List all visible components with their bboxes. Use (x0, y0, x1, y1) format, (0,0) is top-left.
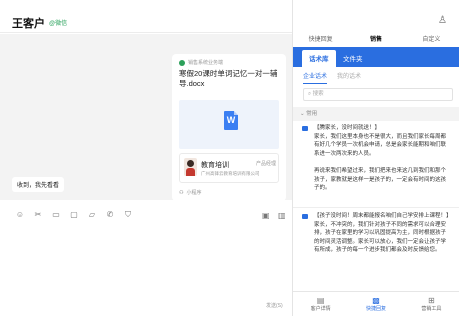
section-header[interactable]: ⌄ 常用 (293, 107, 459, 121)
search-input[interactable]: ⌕ 搜索 (303, 88, 453, 101)
toolbox-icon: ⊞ (427, 296, 435, 305)
script-item[interactable]: 【腾家长，没时间就送！】 家长，我们这里本身也不是很大，而且我们家长每周都有好几… (293, 124, 459, 206)
nav-label: 营销工具 (421, 306, 442, 312)
nav-customer-details[interactable]: ▤ 客户详情 (293, 292, 348, 316)
message-bubble: 收到，我先看看 (12, 177, 65, 192)
assistant-panel: ♙ 快捷回复 销售 自定义 话术库 文件夹 企业话术 我的话术 ⌕ 搜索 ⌄ 常… (293, 0, 459, 316)
tab-sales[interactable]: 销售 (348, 33, 403, 47)
script-text: 【腾家长，没时间就送！】 家长，我们这里本身也不是很大，而且我们家长每周都有好几… (314, 125, 447, 192)
assistant-top-tabs: 快捷回复 销售 自定义 (293, 33, 459, 47)
image-icon[interactable]: ▭ (47, 211, 65, 219)
tab-my-scripts[interactable]: 我的话术 (337, 71, 361, 84)
search-icon: ⌕ (308, 91, 312, 97)
script-text: 【孩子没时间！周末都能报名咱们自己学安排上课程！】家长，不冲突的，我们针对孩子不… (314, 213, 449, 254)
chat-history-icon[interactable]: ▢ (65, 211, 83, 219)
script-icon (302, 214, 308, 219)
source-app-icon (179, 59, 185, 66)
section-label: 常用 (306, 111, 318, 117)
divider (293, 207, 459, 208)
mini-program-company: 广州高锋云教育培训有限公司 (201, 171, 260, 176)
card-source: 销售系统业务端 (172, 54, 286, 66)
search-placeholder: 搜索 (312, 91, 324, 97)
message-area: 销售系统业务端 寒假20课时单词记忆一对一辅导.docx W 教育培训 广州高锋… (0, 34, 292, 201)
contact-name: 王客户 (12, 17, 45, 30)
input-toolbar: ☺ ✂ ▭ ▢ ▱ ✆ ⛉ ▣ ▥ (0, 200, 292, 230)
document-preview[interactable]: W (179, 100, 279, 149)
mini-program-icon: ⚇ (179, 189, 184, 196)
sidebar-toggle-icon[interactable]: ▥ (278, 211, 286, 220)
person-icon[interactable]: ♙ (438, 15, 447, 26)
tab-custom[interactable]: 自定义 (404, 33, 459, 47)
file-card-message[interactable]: 销售系统业务端 寒假20课时单词记忆一对一辅导.docx W 教育培训 广州高锋… (172, 54, 286, 201)
folder-icon[interactable]: ▱ (83, 211, 101, 219)
customer-card-icon: ▤ (316, 296, 325, 305)
tab-script-library[interactable]: 话术库 (302, 50, 336, 68)
chevron-down-icon: ⌄ (300, 111, 305, 117)
card-title: 寒假20课时单词记忆一对一辅导.docx (179, 69, 278, 88)
presenter-avatar (184, 158, 197, 176)
screen-share-icon[interactable]: ▣ (262, 211, 270, 220)
tab-enterprise-scripts[interactable]: 企业话术 (303, 71, 328, 84)
script-icon (302, 126, 308, 131)
contact-source-tag: @微信 (49, 21, 68, 27)
nav-label: 客户详情 (310, 306, 331, 312)
mini-program-card[interactable]: 教育培训 广州高锋云教育培训有限公司 产品经理 (179, 153, 279, 183)
mini-program-name: 教育培训 (201, 162, 229, 169)
script-sub-tabs: 企业话术 我的话术 (303, 71, 361, 84)
tab-quick-reply[interactable]: 快捷回复 (293, 33, 348, 47)
bottom-nav: ▤ 客户详情 ▩ 快捷回复 ⊞ 营销工具 (293, 291, 459, 316)
chat-panel: 王客户 @微信 销售系统业务端 寒假20课时单词记忆一对一辅导.docx W 教… (0, 0, 293, 316)
phone-icon[interactable]: ✆ (101, 211, 119, 219)
tab-folder[interactable]: 文件夹 (343, 53, 363, 63)
nav-quick-reply[interactable]: ▩ 快捷回复 (348, 292, 403, 316)
nav-marketing-tools[interactable]: ⊞ 营销工具 (404, 292, 459, 316)
emoji-icon[interactable]: ☺ (11, 211, 29, 219)
card-footer-label: 小程序 (186, 190, 202, 196)
send-hint[interactable]: 发送(S) (266, 302, 283, 309)
mini-program-role: 产品经理 (256, 161, 277, 167)
scissors-icon[interactable]: ✂ (29, 211, 47, 219)
script-item[interactable]: 【孩子没时间！周末都能报名咱们自己学安排上课程！】家长，不冲突的，我们针对孩子不… (293, 212, 459, 290)
word-document-icon: W (224, 111, 238, 130)
card-source-label: 销售系统业务端 (188, 60, 224, 66)
nav-label: 快捷回复 (365, 306, 386, 312)
shield-icon[interactable]: ⛉ (119, 211, 137, 219)
card-footer: ⚇ 小程序 (179, 189, 202, 197)
quick-reply-icon: ▩ (372, 296, 380, 305)
chat-header: 王客户 @微信 (0, 0, 292, 33)
